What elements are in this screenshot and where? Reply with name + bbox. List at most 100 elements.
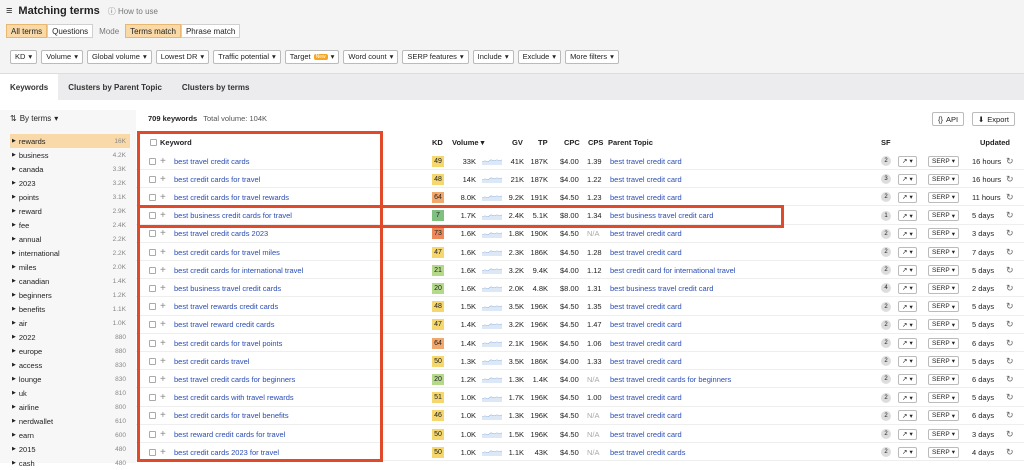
sidebar-term-cash[interactable]: ▶ cash 480 [10, 456, 130, 470]
parent-topic-link[interactable]: best travel credit card [610, 188, 682, 206]
sf-count-badge[interactable]: 2 [881, 265, 891, 276]
parent-topic-link[interactable]: best travel credit card [610, 334, 682, 352]
sidebar-term-canada[interactable]: ▶ canada 3.3K [10, 162, 130, 176]
sf-count-badge[interactable]: 2 [881, 447, 891, 458]
refresh-icon[interactable]: ↻ [1006, 407, 1014, 425]
serp-dropdown[interactable]: SERP ▾ [928, 246, 959, 258]
refresh-icon[interactable]: ↻ [1006, 334, 1014, 352]
parent-topic-link[interactable]: best travel credit card [610, 425, 682, 443]
serp-dropdown[interactable]: SERP ▾ [928, 355, 959, 367]
sidebar-term-business[interactable]: ▶ business 4.2K [10, 148, 130, 162]
add-keyword-icon[interactable]: + [160, 334, 166, 352]
add-keyword-icon[interactable]: + [160, 316, 166, 334]
parent-topic-link[interactable]: best travel credit card [610, 225, 682, 243]
serp-dropdown[interactable]: SERP ▾ [928, 337, 959, 349]
keyword-link[interactable]: best credit cards for travel points [174, 334, 282, 352]
keyword-link[interactable]: best credit cards for international trav… [174, 261, 303, 279]
serp-dropdown[interactable]: SERP ▾ [928, 373, 959, 385]
sf-count-badge[interactable]: 2 [881, 374, 891, 385]
refresh-icon[interactable]: ↻ [1006, 298, 1014, 316]
trend-dropdown[interactable]: ↗ ▾ [898, 337, 917, 349]
refresh-icon[interactable]: ↻ [1006, 279, 1014, 297]
sidebar-term-fee[interactable]: ▶ fee 2.4K [10, 218, 130, 232]
refresh-icon[interactable]: ↻ [1006, 443, 1014, 461]
serp-dropdown[interactable]: SERP ▾ [928, 173, 959, 185]
row-checkbox[interactable] [149, 303, 156, 311]
add-keyword-icon[interactable]: + [160, 389, 166, 407]
add-keyword-icon[interactable]: + [160, 298, 166, 316]
add-keyword-icon[interactable]: + [160, 443, 166, 461]
refresh-icon[interactable]: ↻ [1006, 207, 1014, 225]
add-keyword-icon[interactable]: + [160, 152, 166, 170]
col-volume[interactable]: Volume ▾ [452, 138, 484, 147]
parent-topic-link[interactable]: best travel credit card [610, 316, 682, 334]
by-terms-dropdown[interactable]: ⇅ By terms ▾ [0, 110, 136, 126]
tab-clusters-terms[interactable]: Clusters by terms [172, 74, 260, 100]
all-terms-button[interactable]: All terms [6, 24, 48, 38]
how-to-use-link[interactable]: ⓘ How to use [108, 6, 158, 17]
parent-topic-link[interactable]: best business travel credit card [610, 279, 713, 297]
trend-dropdown[interactable]: ↗ ▾ [898, 282, 917, 294]
filter-lowest-dr[interactable]: Lowest DR ▾ [155, 49, 210, 64]
row-checkbox[interactable] [149, 175, 156, 183]
row-checkbox[interactable] [149, 266, 156, 274]
refresh-icon[interactable]: ↻ [1006, 352, 1014, 370]
parent-topic-link[interactable]: best travel credit card [610, 170, 682, 188]
refresh-icon[interactable]: ↻ [1006, 370, 1014, 388]
col-sf[interactable]: SF [881, 138, 891, 147]
menu-icon[interactable]: ≡ [6, 5, 12, 17]
refresh-icon[interactable]: ↻ [1006, 425, 1014, 443]
sf-count-badge[interactable]: 2 [881, 247, 891, 257]
keyword-link[interactable]: best travel credit cards [174, 152, 249, 170]
keyword-link[interactable]: best travel reward credit cards [174, 316, 274, 334]
terms-match-button[interactable]: Terms match [125, 24, 181, 38]
keyword-link[interactable]: best credit cards for travel miles [174, 243, 280, 261]
trend-dropdown[interactable]: ↗ ▾ [898, 246, 917, 258]
sf-count-badge[interactable]: 2 [881, 410, 891, 421]
add-keyword-icon[interactable]: + [160, 425, 166, 443]
row-checkbox[interactable] [149, 284, 156, 292]
col-cps[interactable]: CPS [588, 138, 603, 147]
parent-topic-link[interactable]: best travel credit card [610, 298, 682, 316]
row-checkbox[interactable] [149, 412, 156, 420]
row-checkbox[interactable] [149, 375, 156, 383]
trend-dropdown[interactable]: ↗ ▾ [898, 410, 917, 422]
questions-button[interactable]: Questions [47, 24, 94, 38]
col-tp[interactable]: TP [538, 138, 548, 147]
keyword-link[interactable]: best reward credit cards for travel [174, 425, 285, 443]
filter-include[interactable]: Include ▾ [472, 49, 514, 64]
row-checkbox[interactable] [149, 248, 156, 256]
filter-global-volume[interactable]: Global volume ▾ [86, 49, 152, 64]
add-keyword-icon[interactable]: + [160, 370, 166, 388]
filter-kd[interactable]: KD ▾ [10, 49, 38, 64]
sidebar-term-uk[interactable]: ▶ uk 810 [10, 386, 130, 400]
filter-more-filters[interactable]: More filters ▾ [565, 49, 619, 64]
parent-topic-link[interactable]: best travel credit card [610, 243, 682, 261]
parent-topic-link[interactable]: best travel credit card [610, 407, 682, 425]
filter-target[interactable]: Target New ▾ [284, 49, 340, 64]
refresh-icon[interactable]: ↻ [1006, 225, 1014, 243]
sidebar-term-2015[interactable]: ▶ 2015 480 [10, 442, 130, 456]
row-checkbox[interactable] [149, 212, 156, 220]
sidebar-term-reward[interactable]: ▶ reward 2.9K [10, 204, 130, 218]
sidebar-term-points[interactable]: ▶ points 3.1K [10, 190, 130, 204]
keyword-link[interactable]: best credit cards for travel benefits [174, 407, 289, 425]
serp-dropdown[interactable]: SERP ▾ [928, 282, 959, 294]
sf-count-badge[interactable]: 1 [881, 210, 891, 221]
serp-dropdown[interactable]: SERP ▾ [928, 301, 959, 313]
trend-dropdown[interactable]: ↗ ▾ [898, 301, 917, 313]
row-checkbox[interactable] [149, 430, 156, 438]
sidebar-term-access[interactable]: ▶ access 830 [10, 358, 130, 372]
phrase-match-button[interactable]: Phrase match [180, 24, 241, 38]
select-all-checkbox[interactable] [150, 139, 157, 146]
trend-dropdown[interactable]: ↗ ▾ [898, 319, 917, 331]
row-checkbox[interactable] [149, 193, 156, 201]
trend-dropdown[interactable]: ↗ ▾ [898, 173, 917, 185]
serp-dropdown[interactable]: SERP ▾ [928, 428, 959, 440]
add-keyword-icon[interactable]: + [160, 243, 166, 261]
col-cpc[interactable]: CPC [564, 138, 580, 147]
add-keyword-icon[interactable]: + [160, 407, 166, 425]
sidebar-term-2023[interactable]: ▶ 2023 3.2K [10, 176, 130, 190]
keyword-link[interactable]: best travel rewards credit cards [174, 298, 278, 316]
keyword-link[interactable]: best travel credit cards 2023 [174, 225, 268, 243]
